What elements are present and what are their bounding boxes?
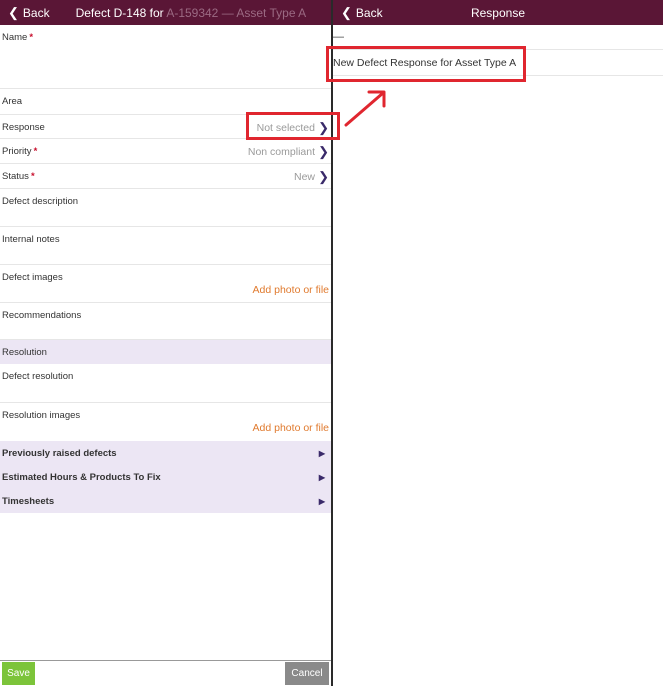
triangle-right-icon: ▶	[318, 496, 325, 506]
status-label: Status *	[2, 171, 35, 182]
add-photo-link[interactable]: Add photo or file	[253, 422, 329, 434]
defect-resolution-field[interactable]: Defect resolution	[0, 364, 331, 403]
save-button[interactable]: Save	[2, 662, 35, 685]
left-back-label: Back	[22, 5, 50, 20]
left-back-button[interactable]: ❮ Back	[0, 6, 50, 20]
resolution-section-header: Resolution	[0, 340, 331, 364]
form-action-bar: Save Cancel	[0, 660, 331, 686]
right-header-bar: ❮ Back Response	[333, 0, 663, 25]
status-field[interactable]: Status * New ❯	[0, 164, 331, 189]
internal-notes-field[interactable]: Internal notes	[0, 227, 331, 265]
defect-description-field[interactable]: Defect description	[0, 189, 331, 227]
title-asset: A-159342 — Asset Type A	[166, 5, 307, 20]
area-label: Area	[2, 96, 23, 107]
defect-resolution-label: Defect resolution	[2, 371, 74, 382]
right-back-label: Back	[355, 5, 383, 20]
chevron-left-icon: ❮	[341, 5, 352, 20]
name-label: Name *	[2, 32, 34, 43]
priority-label: Priority *	[2, 146, 38, 157]
timesheets-section[interactable]: Timesheets ▶	[0, 489, 331, 513]
cancel-button[interactable]: Cancel	[285, 662, 329, 685]
title-main: Defect D-148 for	[75, 5, 167, 20]
right-back-button[interactable]: ❮ Back	[333, 6, 383, 20]
triangle-right-icon: ▶	[318, 448, 325, 458]
response-picker-pane: ❮ Back Response — New Defect Response fo…	[333, 0, 663, 686]
chevron-left-icon: ❮	[8, 5, 19, 20]
defect-images-label: Defect images	[2, 272, 63, 283]
previously-raised-defects-section[interactable]: Previously raised defects ▶	[0, 441, 331, 465]
name-field[interactable]: Name *	[0, 25, 331, 89]
left-header-bar: ❮ Back Defect D-148 for A-159342 — Asset…	[0, 0, 331, 25]
estimated-hours-label: Estimated Hours & Products To Fix	[2, 471, 161, 483]
highlight-box-response	[246, 112, 340, 140]
defect-form-pane: ❮ Back Defect D-148 for A-159342 — Asset…	[0, 0, 331, 686]
status-value: New	[293, 171, 315, 183]
timesheets-label: Timesheets	[2, 495, 55, 507]
internal-notes-label: Internal notes	[2, 234, 60, 245]
recommendations-field[interactable]: Recommendations	[0, 303, 331, 340]
page-title: Defect D-148 for A-159342 — Asset Type A	[76, 6, 307, 20]
previously-raised-label: Previously raised defects	[2, 447, 117, 459]
recommendations-label: Recommendations	[2, 310, 82, 321]
triangle-right-icon: ▶	[318, 472, 325, 482]
resolution-images-label: Resolution images	[2, 410, 81, 421]
defect-images-field: Defect images Add photo or file	[0, 265, 331, 303]
chevron-right-icon: ❯	[318, 169, 329, 184]
highlight-box-option	[326, 46, 526, 82]
resolution-section-label: Resolution	[2, 346, 47, 358]
response-label: Response	[2, 122, 45, 133]
priority-field[interactable]: Priority * Non compliant ❯	[0, 139, 331, 164]
estimated-hours-section[interactable]: Estimated Hours & Products To Fix ▶	[0, 465, 331, 489]
defect-description-label: Defect description	[2, 196, 79, 207]
resolution-images-field: Resolution images Add photo or file	[0, 403, 331, 441]
add-photo-link[interactable]: Add photo or file	[253, 284, 329, 296]
chevron-right-icon: ❯	[318, 144, 329, 159]
priority-value: Non compliant	[247, 146, 315, 158]
